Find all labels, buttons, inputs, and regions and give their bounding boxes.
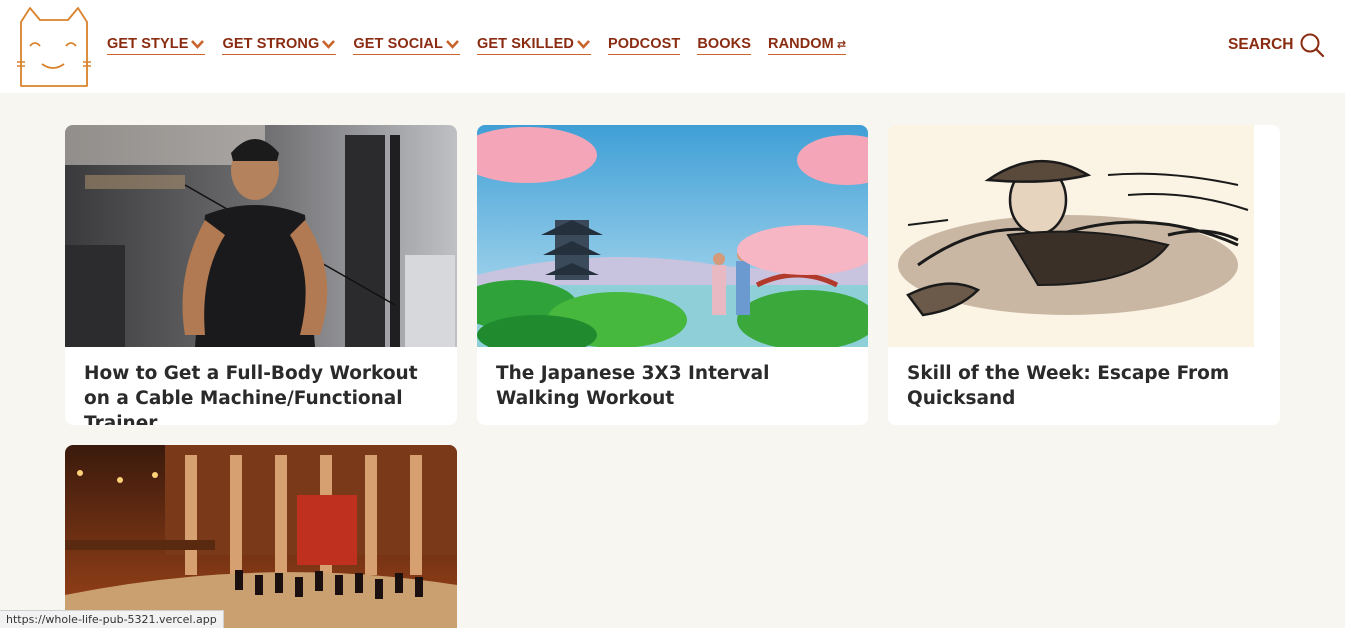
nav-get-strong[interactable]: GET STRONG [222,36,337,55]
shuffle-icon: ⇄ [836,38,847,51]
nav-label: GET STYLE [107,36,189,52]
article-image-quicksand[interactable] [888,125,1280,347]
browser-status-url: https://whole-life-pub-5321.vercel.app [0,610,224,628]
article-image-japanese-walking[interactable] [477,125,868,347]
nav-get-social[interactable]: GET SOCIAL [353,36,460,55]
article-card[interactable]: How to Get a Full-Body Workout on a Cabl… [65,125,457,425]
nav-label: GET SKILLED [476,36,574,52]
nav-label: PODCOST [607,36,681,52]
main-nav: GET STYLE GET STRONG GET SOCIAL GET SKIL… [107,36,863,55]
article-title[interactable]: Skill of the Week: Escape From Quicksand [907,361,1260,411]
nav-get-skilled[interactable]: GET SKILLED [476,36,591,55]
nav-label: GET SOCIAL [353,36,443,52]
nav-books[interactable]: BOOKS [697,36,752,55]
nav-label: BOOKS [697,36,752,52]
nav-podcost[interactable]: PODCOST [607,36,681,55]
chevron-down-icon [322,40,336,49]
search-icon [1300,33,1325,58]
article-title[interactable]: The Japanese 3X3 Interval Walking Workou… [496,361,848,411]
site-header: GET STYLE GET STRONG GET SOCIAL GET SKIL… [0,0,1345,93]
article-card[interactable] [65,445,457,628]
nav-get-style[interactable]: GET STYLE [107,36,206,55]
search-label: SEARCH [1228,36,1294,53]
article-card[interactable]: The Japanese 3X3 Interval Walking Workou… [477,125,868,425]
chevron-down-icon [446,40,459,49]
article-card[interactable]: Skill of the Week: Escape From Quicksand [888,125,1280,425]
chevron-down-icon [576,40,590,49]
article-image-cable-workout[interactable] [65,125,457,347]
nav-random[interactable]: RANDOM ⇄ [768,36,847,55]
nav-label: GET STRONG [222,36,320,52]
cat-logo-icon[interactable] [16,4,92,88]
search-button[interactable]: SEARCH [1228,32,1325,58]
article-image-orchestra[interactable] [65,445,457,628]
nav-label: RANDOM [768,36,834,52]
chevron-down-icon [191,40,205,49]
article-title[interactable]: How to Get a Full-Body Workout on a Cabl… [84,361,437,425]
